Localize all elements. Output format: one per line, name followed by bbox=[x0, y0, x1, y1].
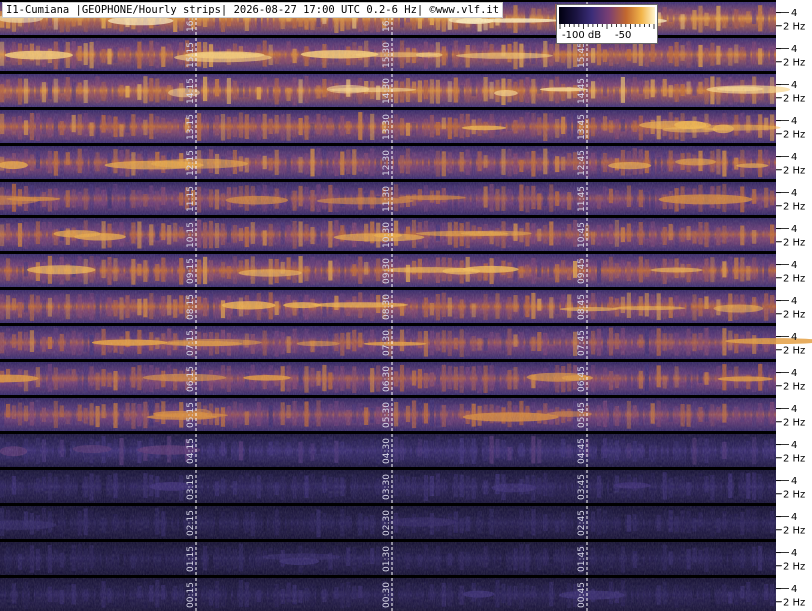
time-label: 01:15 bbox=[186, 546, 196, 572]
freq-tick-label: 2 Hz bbox=[783, 129, 805, 140]
time-label: 04:15 bbox=[186, 438, 196, 464]
time-label: 10:45 bbox=[577, 222, 587, 248]
freq-tick-label: 4 bbox=[791, 80, 797, 91]
time-label: 12:45 bbox=[577, 150, 587, 176]
time-label: 15:45 bbox=[577, 42, 587, 68]
freq-tick-label: 4 bbox=[791, 548, 797, 559]
time-label: 14:45 bbox=[577, 78, 587, 104]
freq-tick-label: 4 bbox=[791, 224, 797, 235]
spectrogram-strips: 16:15 16:30 42 Hz15:15 15:30 15:45 42 Hz14:15… bbox=[0, 0, 812, 611]
time-label: 02:15 bbox=[186, 510, 196, 536]
freq-tick-label: 4 bbox=[791, 188, 797, 199]
time-label: 07:15 bbox=[186, 330, 196, 356]
freq-tick-label: 2 Hz bbox=[783, 489, 805, 500]
time-label: 07:30 bbox=[382, 330, 392, 356]
time-label: 08:15 bbox=[186, 294, 196, 320]
time-label: 09:15 bbox=[186, 258, 196, 284]
chart-title: I1-Cumiana |GEOPHONE/Hourly strips| 2026… bbox=[2, 2, 504, 18]
time-label: 13:15 bbox=[186, 114, 196, 140]
time-label: 10:30 bbox=[382, 222, 392, 248]
time-label: 08:30 bbox=[382, 294, 392, 320]
freq-tick-label: 2 Hz bbox=[783, 417, 805, 428]
time-label: 13:30 bbox=[382, 114, 392, 140]
time-label: 02:30 bbox=[382, 510, 392, 536]
freq-tick-label: 2 Hz bbox=[783, 345, 805, 356]
freq-tick-label: 2 Hz bbox=[783, 453, 805, 464]
colorbar-gradient bbox=[559, 7, 655, 24]
time-label: 11:45 bbox=[577, 186, 587, 212]
time-label: 03:45 bbox=[577, 474, 587, 500]
freq-tick-label: 2 Hz bbox=[783, 309, 805, 320]
freq-tick-label: 2 Hz bbox=[783, 237, 805, 248]
time-label: 08:45 bbox=[577, 294, 587, 320]
time-label: 00:30 bbox=[382, 582, 392, 608]
time-label: 06:45 bbox=[577, 366, 587, 392]
time-label: 15:30 bbox=[382, 42, 392, 68]
time-label: 05:15 bbox=[186, 402, 196, 428]
freq-tick-label: 4 bbox=[791, 404, 797, 415]
colorbar-low-label: -100 dB bbox=[562, 30, 602, 41]
time-label: 11:30 bbox=[382, 186, 392, 212]
strip-hour-14 bbox=[0, 74, 791, 107]
freq-tick-label: 4 bbox=[791, 440, 797, 451]
time-label: 03:15 bbox=[186, 474, 196, 500]
colorbar-ticks bbox=[559, 24, 655, 29]
time-label: 06:30 bbox=[382, 366, 392, 392]
time-label: 01:45 bbox=[577, 546, 587, 572]
time-label: 04:30 bbox=[382, 438, 392, 464]
time-label: 09:30 bbox=[382, 258, 392, 284]
time-label: 10:15 bbox=[186, 222, 196, 248]
freq-tick-label: 4 bbox=[791, 368, 797, 379]
freq-tick-label: 2 Hz bbox=[783, 381, 805, 392]
time-label: 11:15 bbox=[186, 186, 196, 212]
freq-tick-label: 4 bbox=[791, 152, 797, 163]
time-label: 09:45 bbox=[577, 258, 587, 284]
time-label: 02:45 bbox=[577, 510, 587, 536]
freq-tick-label: 2 Hz bbox=[783, 597, 805, 608]
freq-tick-label: 4 bbox=[791, 8, 797, 19]
time-label: 07:45 bbox=[577, 330, 587, 356]
freq-tick-label: 2 Hz bbox=[783, 165, 805, 176]
freq-tick-label: 2 Hz bbox=[783, 93, 805, 104]
time-label: 05:30 bbox=[382, 402, 392, 428]
time-label: 01:30 bbox=[382, 546, 392, 572]
strip-hour-07 bbox=[0, 326, 812, 359]
time-label: 05:45 bbox=[577, 402, 587, 428]
freq-tick-label: 4 bbox=[791, 260, 797, 271]
time-label: 12:15 bbox=[186, 150, 196, 176]
time-label: 13:45 bbox=[577, 114, 587, 140]
freq-tick-label: 2 Hz bbox=[783, 525, 805, 536]
time-label: 04:45 bbox=[577, 438, 587, 464]
freq-tick-label: 4 bbox=[791, 44, 797, 55]
freq-tick-label: 4 bbox=[791, 296, 797, 307]
freq-tick-label: 2 Hz bbox=[783, 201, 805, 212]
colorbar: -100 dB -50 bbox=[556, 4, 658, 44]
time-label: 14:15 bbox=[186, 78, 196, 104]
time-label: 00:15 bbox=[186, 582, 196, 608]
freq-tick-label: 2 Hz bbox=[783, 21, 805, 32]
freq-tick-label: 4 bbox=[791, 332, 797, 343]
freq-tick-label: 2 Hz bbox=[783, 57, 805, 68]
time-label: 15:15 bbox=[186, 42, 196, 68]
time-label: 12:30 bbox=[382, 150, 392, 176]
freq-tick-label: 2 Hz bbox=[783, 273, 805, 284]
freq-tick-label: 4 bbox=[791, 116, 797, 127]
time-label: 06:15 bbox=[186, 366, 196, 392]
colorbar-high-label: -50 bbox=[615, 30, 632, 41]
time-label: 03:30 bbox=[382, 474, 392, 500]
freq-tick-label: 4 bbox=[791, 512, 797, 523]
time-label: 00:45 bbox=[577, 582, 587, 608]
time-label: 14:30 bbox=[382, 78, 392, 104]
freq-tick-label: 4 bbox=[791, 476, 797, 487]
freq-tick-label: 4 bbox=[791, 584, 797, 595]
freq-tick-label: 2 Hz bbox=[783, 561, 805, 572]
